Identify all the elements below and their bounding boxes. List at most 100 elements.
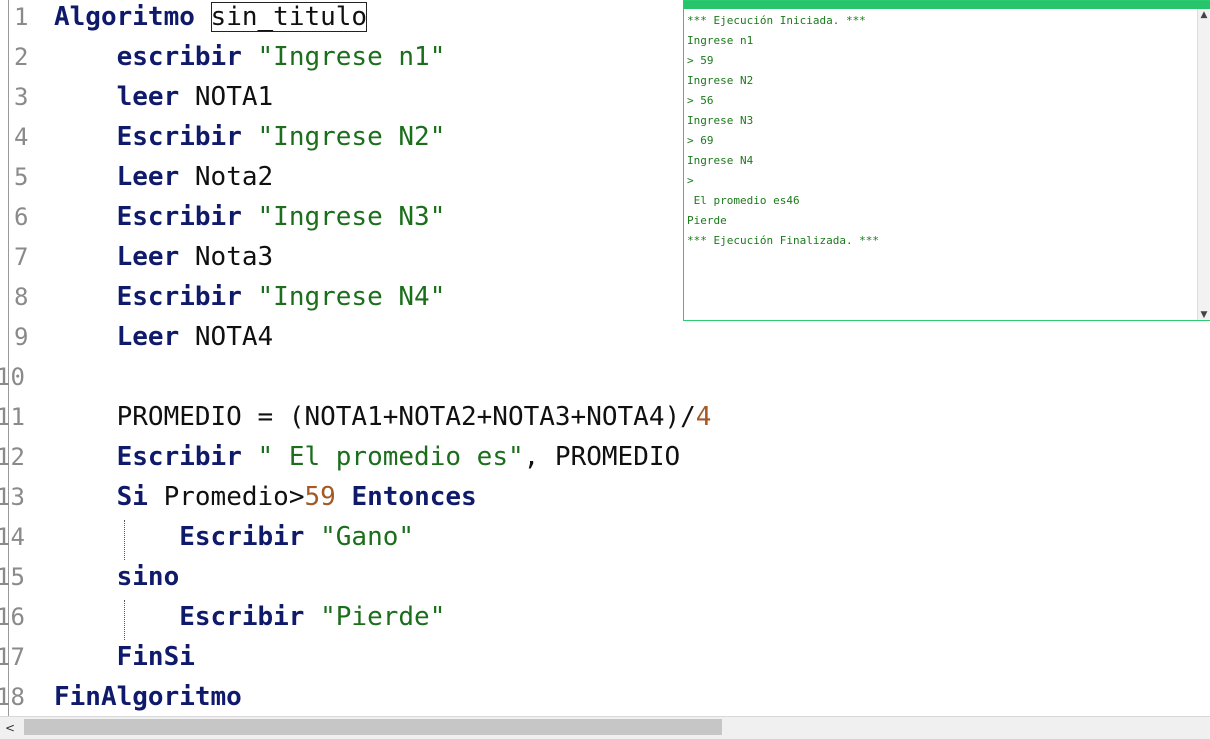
- code-line[interactable]: 12 Escribir " El promedio es", PROMEDIO: [0, 437, 1210, 477]
- line-number: 11: [0, 403, 25, 431]
- keyword-token: Escribir: [179, 602, 305, 632]
- code-line[interactable]: 9 Leer NOTA4: [0, 317, 1210, 357]
- identifier-token: [54, 162, 117, 192]
- editor-horizontal-scrollbar[interactable]: <: [0, 716, 1210, 739]
- identifier-token: [54, 282, 117, 312]
- keyword-token: Escribir: [116, 282, 242, 312]
- identifier-token: [54, 42, 117, 72]
- string-token: "Gano": [320, 522, 415, 552]
- identifier-token: [54, 82, 117, 112]
- scroll-left-icon[interactable]: <: [0, 717, 20, 739]
- code-line[interactable]: 11 PROMEDIO = (NOTA1+NOTA2+NOTA3+NOTA4)/…: [0, 397, 1210, 437]
- identifier-token: [304, 522, 320, 552]
- code-line[interactable]: 17 FinSi: [0, 637, 1210, 677]
- console-output-line: El promedio es46: [687, 194, 800, 207]
- identifier-token: [54, 602, 179, 632]
- line-number: 12: [0, 443, 25, 471]
- identifier-token: [242, 42, 258, 72]
- keyword-token: escribir: [116, 42, 242, 72]
- console-output-line: Ingrese N4: [687, 154, 754, 167]
- console-output-line: > 69: [687, 134, 714, 147]
- line-number: 6: [14, 203, 29, 231]
- console-vertical-scrollbar[interactable]: ▲ ▼: [1197, 9, 1210, 320]
- console-output-line: *** Ejecución Finalizada. ***: [687, 234, 880, 247]
- identifier-token: NOTA4: [179, 322, 274, 352]
- identifier-token: [336, 482, 352, 512]
- console-output-line: > 59: [687, 54, 714, 67]
- indent-guide: [124, 520, 125, 560]
- line-number: 15: [0, 563, 25, 591]
- code-text: Escribir "Ingrese N3": [54, 197, 446, 237]
- keyword-token: Escribir: [116, 202, 242, 232]
- console-titlebar[interactable]: [684, 1, 1210, 9]
- code-line[interactable]: 10: [0, 357, 1210, 397]
- line-number: 1: [14, 3, 29, 31]
- scroll-down-icon[interactable]: ▼: [1198, 309, 1210, 320]
- code-text: Escribir "Pierde": [54, 597, 445, 637]
- code-line[interactable]: 15 sino: [0, 557, 1210, 597]
- identifier-token: sin_titulo: [210, 2, 368, 32]
- code-text: leer NOTA1: [54, 77, 274, 117]
- code-line[interactable]: 16 Escribir "Pierde": [0, 597, 1210, 637]
- line-number: 13: [0, 483, 25, 511]
- identifier-token: [54, 562, 117, 592]
- keyword-token: Entonces: [351, 482, 477, 512]
- identifier-token: [54, 442, 117, 472]
- identifier-token: [54, 122, 117, 152]
- identifier-token: PROMEDIO = (NOTA1+NOTA2+NOTA3+NOTA4)/: [54, 402, 696, 432]
- keyword-token: FinAlgoritmo: [54, 682, 242, 712]
- string-token: " El promedio es": [257, 442, 524, 472]
- console-output-line: Ingrese N2: [687, 74, 754, 87]
- indent-guide: [124, 600, 125, 640]
- keyword-token: Escribir: [116, 442, 242, 472]
- identifier-token: [54, 642, 117, 672]
- code-text: PROMEDIO = (NOTA1+NOTA2+NOTA3+NOTA4)/4: [54, 397, 712, 437]
- keyword-token: leer: [116, 82, 180, 112]
- code-text: Escribir " El promedio es", PROMEDIO: [54, 437, 681, 477]
- line-number: 18: [0, 683, 25, 711]
- code-text: Leer Nota2: [54, 157, 274, 197]
- identifier-token: [54, 482, 117, 512]
- console-output-line: >: [687, 174, 694, 187]
- line-number: 14: [0, 523, 25, 551]
- identifier-token: [242, 282, 258, 312]
- number-token: 59: [304, 482, 336, 512]
- identifier-token: Promedio>: [147, 482, 305, 512]
- identifier-token: [54, 202, 117, 232]
- number-token: 4: [695, 402, 712, 432]
- line-number: 5: [14, 163, 29, 191]
- keyword-token: Leer: [116, 322, 180, 352]
- keyword-token: Algoritmo: [54, 2, 195, 32]
- identifier-token: [242, 442, 258, 472]
- code-text: escribir "Ingrese n1": [54, 37, 446, 77]
- code-text: Si Promedio>59 Entonces: [54, 477, 477, 517]
- string-token: "Ingrese n1": [257, 42, 446, 72]
- code-text: Escribir "Ingrese N4": [54, 277, 446, 317]
- code-line[interactable]: 14 Escribir "Gano": [0, 517, 1210, 557]
- console-output-line: Pierde: [687, 214, 727, 227]
- code-line[interactable]: 18 FinAlgoritmo: [0, 677, 1210, 716]
- code-text: sino: [54, 557, 180, 597]
- keyword-token: Escribir: [116, 122, 242, 152]
- line-number: 17: [0, 643, 25, 671]
- scroll-up-icon[interactable]: ▲: [1198, 9, 1210, 21]
- console-output-line: > 56: [687, 94, 714, 107]
- keyword-token: Leer: [116, 242, 180, 272]
- keyword-token: sino: [116, 562, 180, 592]
- string-token: "Pierde": [320, 602, 446, 632]
- line-number: 3: [14, 83, 29, 111]
- code-line[interactable]: 13 Si Promedio>59 Entonces: [0, 477, 1210, 517]
- scrollbar-thumb[interactable]: [24, 719, 722, 735]
- keyword-token: Si: [116, 482, 148, 512]
- code-text: FinSi: [54, 637, 195, 677]
- identifier-token: [54, 242, 117, 272]
- line-number: 16: [0, 603, 25, 631]
- line-number: 7: [14, 243, 29, 271]
- line-number: 4: [14, 123, 29, 151]
- code-text: Escribir "Gano": [54, 517, 414, 557]
- line-number: 10: [0, 363, 25, 391]
- console-output-line: Ingrese N3: [687, 114, 754, 127]
- execution-console-window[interactable]: *** Ejecución Iniciada. *** Ingrese n1 > 5…: [683, 0, 1210, 321]
- string-token: "Ingrese N3": [257, 202, 446, 232]
- identifier-token: [304, 602, 320, 632]
